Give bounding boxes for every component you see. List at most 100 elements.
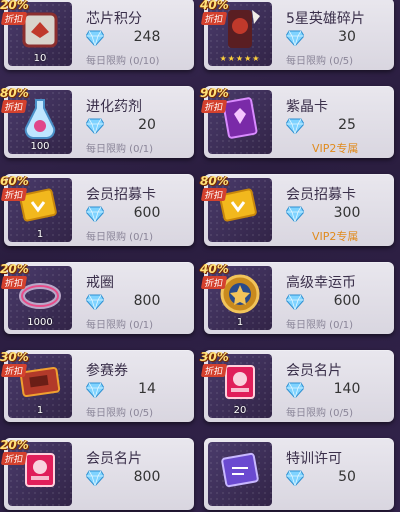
- item-name: 会员名片: [86, 451, 142, 467]
- item-price: 140: [333, 381, 361, 397]
- discount-label: 折扣: [200, 188, 228, 201]
- discount-badge: 90% 折扣: [200, 86, 230, 118]
- purchase-limit: 每日限购 (0/5): [86, 408, 154, 419]
- item-quantity: 20: [233, 405, 247, 416]
- purchase-limit: 每日限购 (0/5): [286, 56, 354, 67]
- shop-item-card[interactable]: 会员招募卡 300 VIP2专属: [204, 174, 394, 246]
- shop-item-card[interactable]: 1 高级幸运币 600 每日限购 (0/1): [204, 262, 394, 334]
- buy-price-button[interactable]: 800: [85, 293, 188, 312]
- item-price: 30: [338, 29, 356, 45]
- item-icon-frame: [208, 442, 272, 506]
- item-name: 会员招募卡: [286, 187, 356, 203]
- item-price: 25: [338, 117, 356, 133]
- item-price: 14: [138, 381, 156, 397]
- item-name: 会员名片: [286, 363, 342, 379]
- discount-badge: 80% 折扣: [200, 174, 230, 206]
- diamond-icon: [85, 470, 105, 488]
- discount-percent: 20%: [0, 438, 29, 452]
- buy-price-button[interactable]: 14: [85, 381, 188, 400]
- shop-item-card[interactable]: 1 参赛券 14 每日限购 (0/5): [4, 350, 194, 422]
- discount-label: 折扣: [0, 276, 28, 289]
- discount-label: 折扣: [200, 12, 228, 25]
- discount-badge: 40% 折扣: [200, 262, 230, 294]
- discount-badge: 80% 折扣: [0, 86, 30, 118]
- buy-price-button[interactable]: 30: [285, 29, 388, 48]
- discount-badge: 30% 折扣: [200, 350, 230, 382]
- purchase-limit: 每日限购 (0/1): [86, 232, 154, 243]
- item-quantity: 1: [36, 229, 44, 240]
- diamond-icon: [285, 206, 305, 224]
- star-rating: ★★★★★: [219, 54, 261, 63]
- buy-price-button[interactable]: 600: [285, 293, 388, 312]
- item-name: 高级幸运币: [286, 275, 356, 291]
- shop-grid: 10 芯片积分 248 每日限购 (0/10) 20% 折扣 ★★★★★ 5星英雄碎片 30 每日…: [0, 0, 400, 512]
- discount-label: 折扣: [0, 364, 28, 377]
- discount-percent: 80%: [200, 174, 229, 188]
- discount-percent: 40%: [200, 0, 229, 12]
- shop-item-card[interactable]: ★★★★★ 5星英雄碎片 30 每日限购 (0/5): [204, 0, 394, 70]
- discount-percent: 80%: [0, 86, 29, 100]
- diamond-icon: [285, 118, 305, 136]
- buy-price-button[interactable]: 800: [85, 469, 188, 488]
- diamond-icon: [85, 206, 105, 224]
- discount-percent: 30%: [200, 350, 229, 364]
- shop-item-card[interactable]: 100 进化药剂 20 每日限购 (0/1): [4, 86, 194, 158]
- discount-label: 折扣: [0, 188, 28, 201]
- diamond-icon: [285, 470, 305, 488]
- discount-badge: 60% 折扣: [0, 174, 30, 206]
- shop-item-card[interactable]: 20 会员名片 140 每日限购 (0/5): [204, 350, 394, 422]
- discount-percent: 20%: [0, 0, 29, 12]
- discount-label: 折扣: [200, 364, 228, 377]
- shop-item-card[interactable]: 1000 戒圈 800 每日限购 (0/1): [4, 262, 194, 334]
- item-quantity: 1: [236, 317, 244, 328]
- item-price: 600: [333, 293, 361, 309]
- diamond-icon: [85, 294, 105, 312]
- shop-item-card[interactable]: 特训许可 50: [204, 438, 394, 510]
- item-quantity: 100: [30, 141, 50, 152]
- discount-percent: 30%: [0, 350, 29, 364]
- discount-badge: 20% 折扣: [0, 438, 30, 470]
- item-price: 600: [133, 205, 161, 221]
- item-quantity: 10: [33, 53, 47, 64]
- diamond-icon: [285, 30, 305, 48]
- purchase-limit: 每日限购 (0/1): [86, 144, 154, 155]
- shop-item-card[interactable]: 会员名片 800: [4, 438, 194, 510]
- discount-percent: 90%: [200, 86, 229, 100]
- item-price: 800: [133, 469, 161, 485]
- diamond-icon: [285, 382, 305, 400]
- buy-price-button[interactable]: 600: [85, 205, 188, 224]
- diamond-icon: [285, 294, 305, 312]
- item-price: 20: [138, 117, 156, 133]
- shop-item-card[interactable]: 10 芯片积分 248 每日限购 (0/10): [4, 0, 194, 70]
- discount-badge: 40% 折扣: [200, 0, 230, 30]
- purchase-limit: 每日限购 (0/1): [86, 320, 154, 331]
- shop-item-card[interactable]: 紫晶卡 25 VIP2专属: [204, 86, 394, 158]
- item-price: 50: [338, 469, 356, 485]
- item-name: 紫晶卡: [286, 99, 328, 115]
- buy-price-button[interactable]: 248: [85, 29, 188, 48]
- discount-percent: 20%: [0, 262, 29, 276]
- discount-percent: 60%: [0, 174, 29, 188]
- discount-label: 折扣: [0, 12, 28, 25]
- item-quantity: 1000: [27, 317, 53, 328]
- discount-label: 折扣: [200, 100, 228, 113]
- buy-price-button[interactable]: 25: [285, 117, 388, 136]
- item-name: 芯片积分: [86, 11, 142, 27]
- buy-price-button[interactable]: 50: [285, 469, 388, 488]
- purchase-limit: 每日限购 (0/10): [86, 56, 160, 67]
- purchase-limit: 每日限购 (0/5): [286, 408, 354, 419]
- shop-item-card[interactable]: 1 会员招募卡 600 每日限购 (0/1): [4, 174, 194, 246]
- diamond-icon: [85, 118, 105, 136]
- buy-price-button[interactable]: 20: [85, 117, 188, 136]
- item-name: 参赛券: [86, 363, 128, 379]
- discount-label: 折扣: [200, 276, 228, 289]
- buy-price-button[interactable]: 300: [285, 205, 388, 224]
- item-name: 特训许可: [286, 451, 342, 467]
- training-permit-icon: [218, 448, 262, 492]
- item-price: 800: [133, 293, 161, 309]
- item-price: 300: [333, 205, 361, 221]
- buy-price-button[interactable]: 140: [285, 381, 388, 400]
- item-name: 进化药剂: [86, 99, 142, 115]
- purchase-limit: VIP2专属: [312, 142, 359, 155]
- purchase-limit: 每日限购 (0/1): [286, 320, 354, 331]
